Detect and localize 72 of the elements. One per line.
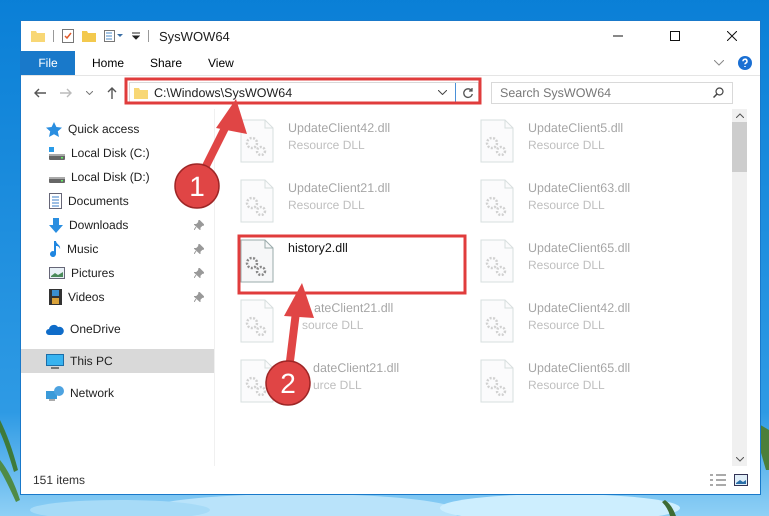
file-type: urce DLL <box>313 378 362 392</box>
callout-circle <box>174 163 220 209</box>
file-type: Resource DLL <box>528 138 605 152</box>
drive-icon <box>49 177 65 183</box>
pin-icon[interactable] <box>194 292 204 302</box>
folder-icon <box>134 86 148 98</box>
callout-number: 1 <box>189 171 205 202</box>
window-title: SysWOW64 <box>159 28 230 44</box>
file-type: Resource DLL <box>528 258 605 272</box>
large-icons-view-icon[interactable] <box>734 474 748 486</box>
file-type: Resource DLL <box>288 138 365 152</box>
dropdown-icon[interactable] <box>438 90 447 95</box>
file-type: Resource DLL <box>528 318 605 332</box>
scroll-down-icon[interactable] <box>736 457 744 462</box>
file-type: Resource DLL <box>528 198 605 212</box>
download-arrow-icon <box>49 218 63 232</box>
sidebar-item[interactable]: Local Disk (D:) <box>71 170 150 184</box>
ribbon-tab[interactable]: Home <box>75 51 133 75</box>
expand-ribbon-icon[interactable] <box>714 60 724 66</box>
address-field[interactable]: C:\Windows\SysWOW64 <box>129 82 479 104</box>
sidebar-item[interactable]: Videos <box>68 290 104 304</box>
sidebar-item[interactable]: Local Disk (C:) <box>71 146 150 160</box>
up-icon[interactable] <box>107 86 117 98</box>
file-menu-button[interactable]: File <box>21 51 75 75</box>
back-icon[interactable] <box>34 88 46 98</box>
scrollbar[interactable] <box>732 109 747 466</box>
ribbon-tab[interactable]: View <box>191 51 249 75</box>
file-type: Resource DLL <box>288 198 365 212</box>
scroll-thumb[interactable] <box>732 122 747 172</box>
sidebar-item[interactable]: Documents <box>68 194 129 208</box>
film-icon <box>49 289 62 305</box>
pin-icon[interactable] <box>194 220 204 230</box>
dll-file-icon[interactable] <box>240 239 274 283</box>
music-note-icon <box>49 241 61 257</box>
sidebar-item[interactable]: Quick access <box>68 122 140 136</box>
sidebar-item[interactable]: Pictures <box>71 266 114 280</box>
drive-icon <box>49 146 65 160</box>
dropdown-icon[interactable] <box>132 32 140 40</box>
file-type: Resource DLL <box>528 378 605 392</box>
search-field[interactable]: Search SysWOW64 <box>491 82 733 104</box>
sidebar-item[interactable]: Music <box>67 242 98 256</box>
maximize-icon <box>670 31 680 41</box>
minimize-icon <box>612 35 622 37</box>
pin-icon[interactable] <box>194 244 204 254</box>
network-icon <box>46 386 64 400</box>
file-name[interactable]: history2.dll <box>288 241 348 255</box>
callout-arrow <box>202 99 247 170</box>
sidebar-item[interactable]: Network <box>70 386 114 400</box>
pin-icon[interactable] <box>194 268 204 278</box>
forward-icon[interactable] <box>60 88 72 98</box>
sidebar-item[interactable]: Downloads <box>69 218 128 232</box>
picture-icon <box>49 267 65 279</box>
item-count: 151 items <box>33 473 86 487</box>
sidebar-item[interactable]: OneDrive <box>70 322 121 336</box>
refresh-icon[interactable] <box>462 86 474 98</box>
ribbon-tab[interactable]: Share <box>133 51 191 75</box>
sidebar-item[interactable]: This PC <box>70 354 113 368</box>
monitor-icon <box>46 354 64 368</box>
scroll-up-icon[interactable] <box>736 113 744 118</box>
details-view-icon[interactable] <box>710 474 726 486</box>
search-icon[interactable] <box>713 86 724 98</box>
file-type: source DLL <box>302 318 364 332</box>
callout-number: 2 <box>280 368 296 399</box>
close-icon <box>726 31 736 41</box>
cloud-icon <box>46 324 64 334</box>
properties-icon[interactable] <box>62 29 74 43</box>
recent-icon[interactable] <box>86 90 93 94</box>
callout-circle <box>265 360 311 406</box>
help-icon[interactable] <box>738 56 752 70</box>
document-icon <box>49 193 62 209</box>
customize-icon[interactable] <box>104 30 124 42</box>
star-icon <box>46 122 62 136</box>
